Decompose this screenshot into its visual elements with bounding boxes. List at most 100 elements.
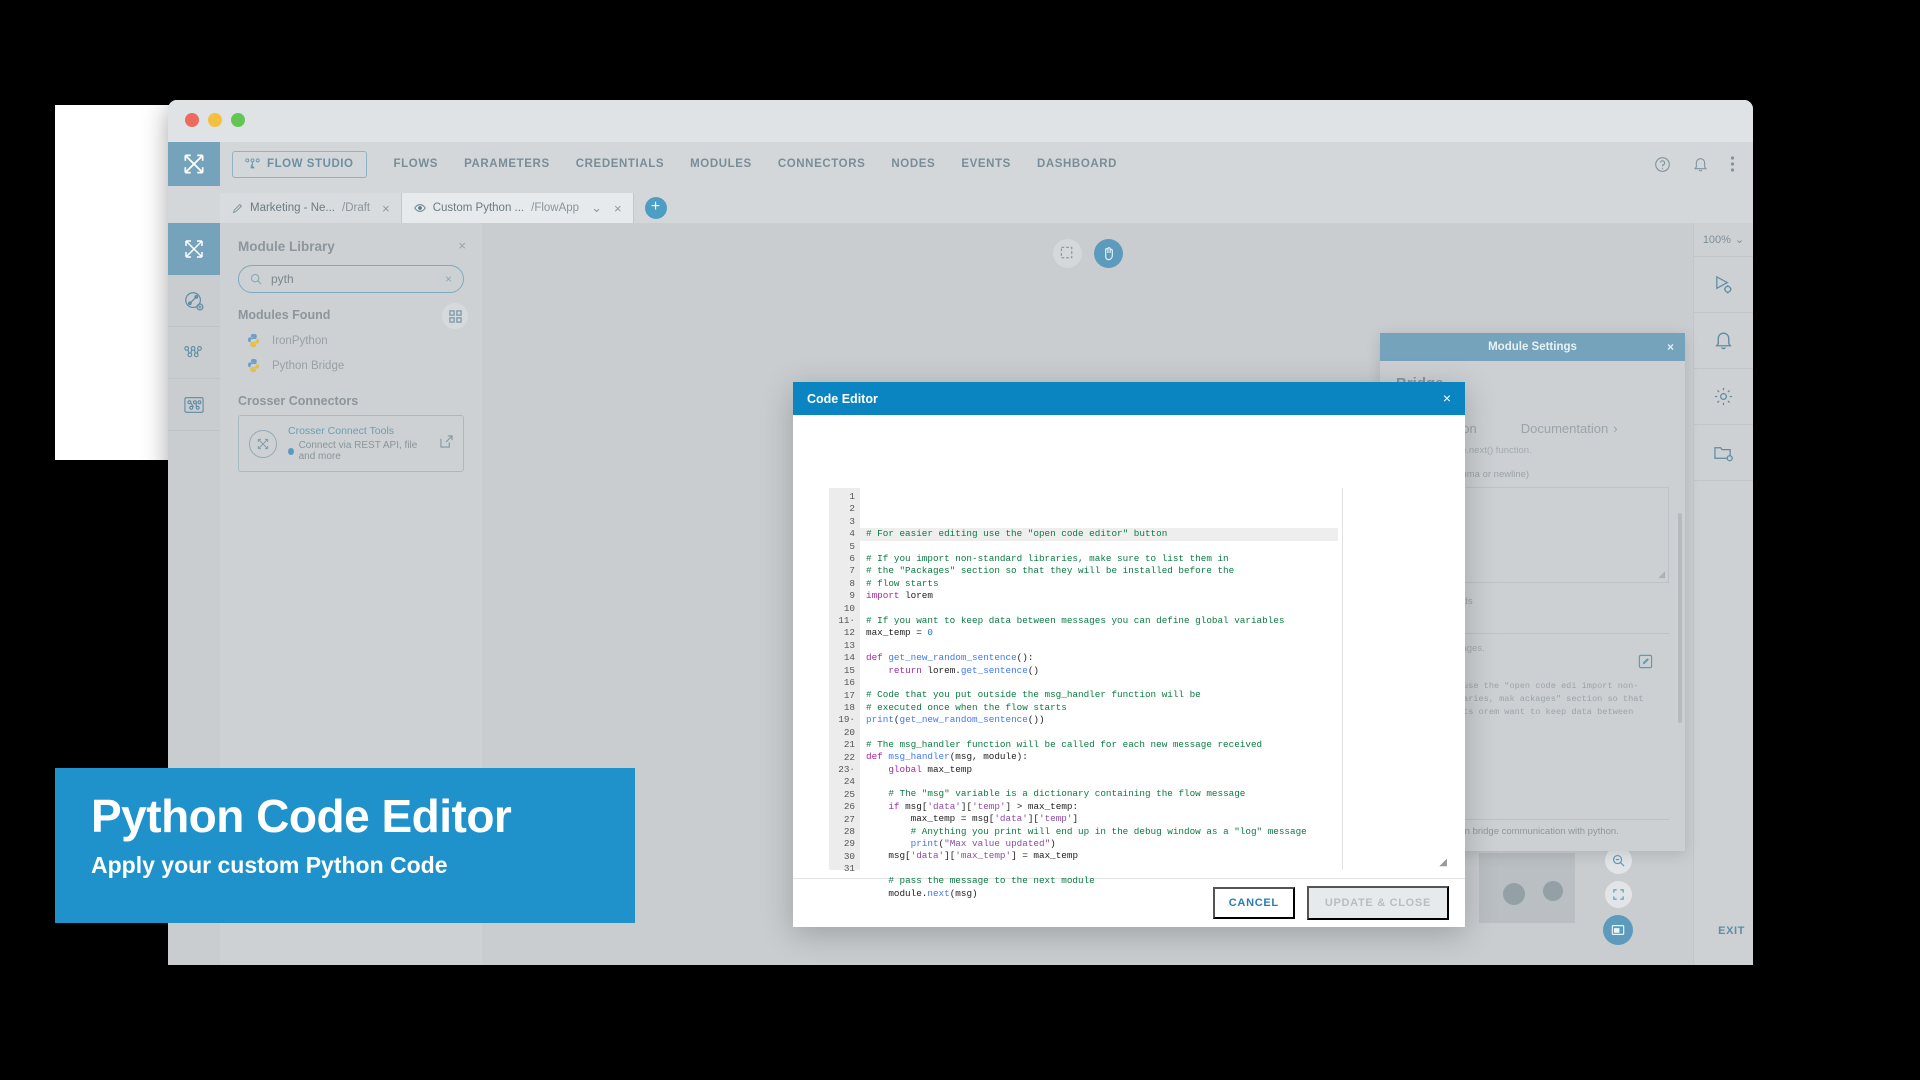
editor-wrap-guide <box>1342 488 1343 870</box>
tab-documentation[interactable]: Documentation › <box>1521 421 1618 436</box>
tab-documentation-label: Documentation <box>1520 421 1609 436</box>
module-item-ironpython[interactable]: IronPython <box>238 328 464 353</box>
rrail-item-settings[interactable] <box>1694 369 1753 425</box>
module-search-input[interactable]: pyth × <box>238 265 464 293</box>
bell-icon[interactable] <box>1693 156 1708 173</box>
module-search-value: pyth <box>271 272 294 286</box>
nav-link-connectors[interactable]: CONNECTORS <box>765 158 879 170</box>
code-editor-dialog: Code Editor × 1 2 3 4 5 6 7 8 9 10 11· 12 13 14 15 16 17… <box>793 382 1465 927</box>
external-link-icon[interactable] <box>440 434 453 453</box>
edit-code-icon[interactable] <box>1638 654 1653 674</box>
crosser-connect-title: Crosser Connect Tools <box>288 425 395 437</box>
app-logo[interactable] <box>168 142 220 186</box>
rail-item-logo[interactable] <box>168 223 220 275</box>
dashboard-icon <box>184 396 204 413</box>
code-editor-close-icon[interactable]: × <box>1443 390 1451 406</box>
chevron-right-icon: › <box>1613 421 1618 436</box>
bell-icon <box>1715 332 1732 350</box>
crosser-connect-tools-card[interactable]: Crosser Connect Tools Connect via REST A… <box>238 415 464 472</box>
rail-item-nodes[interactable] <box>168 327 220 379</box>
nav-links: FLOW STUDIO FLOWS PARAMETERS CREDENTIALS… <box>220 142 1130 186</box>
promo-banner: Python Code Editor Apply your custom Pyt… <box>55 768 635 923</box>
code-editor-title: Code Editor <box>807 391 878 406</box>
gear-icon <box>1714 387 1733 406</box>
window-close-button[interactable] <box>185 113 199 127</box>
crosser-connect-icon <box>249 429 277 458</box>
minimap-icon[interactable] <box>1603 915 1633 945</box>
nav-link-events[interactable]: EVENTS <box>948 158 1024 170</box>
canvas-tool-group <box>1052 239 1123 268</box>
module-item-ironpython-label: IronPython <box>272 334 328 347</box>
search-icon <box>250 273 262 285</box>
crosser-connect-desc-row: Connect via REST API, file and more <box>288 440 429 462</box>
editor-tab-strip: Marketing - Ne... /Draft × Custom Python… <box>168 186 1753 223</box>
nav-link-parameters[interactable]: PARAMETERS <box>451 158 563 170</box>
select-rectangle-tool[interactable] <box>1052 239 1082 268</box>
minimap-node <box>1503 883 1525 905</box>
editor-tab-custom-python-title: Custom Python ... <box>432 202 525 214</box>
python-icon <box>246 333 261 348</box>
nav-flow-studio-label: FLOW STUDIO <box>267 158 354 170</box>
canvas-minimap[interactable] <box>1479 853 1575 923</box>
editor-tab-custom-python-suffix: /FlowApp <box>531 202 580 214</box>
canvas-zoom-level: 100% <box>1702 233 1731 246</box>
promo-banner-subtitle: Apply your custom Python Code <box>91 852 448 879</box>
screenshot-root: FLOW STUDIO FLOWS PARAMETERS CREDENTIALS… <box>0 0 1920 1080</box>
code-editor-line-numbers: 1 2 3 4 5 6 7 8 9 10 11· 12 13 14 15 16 17 18 19· 20 21 22 23·… <box>829 488 860 874</box>
module-settings-scrollbar[interactable] <box>1678 513 1682 723</box>
rrail-item-debug[interactable] <box>1694 257 1753 313</box>
nav-flow-studio[interactable]: FLOW STUDIO <box>232 150 367 178</box>
nav-link-dashboard[interactable]: DASHBOARD <box>1024 158 1130 170</box>
pencil-icon <box>232 203 243 213</box>
module-item-python-bridge-label: Python Bridge <box>272 359 345 372</box>
minimap-node <box>1543 881 1563 901</box>
rail-item-add-flow[interactable] <box>168 275 220 327</box>
crosser-logo-icon <box>184 154 204 174</box>
fit-to-screen-icon[interactable] <box>1604 881 1632 908</box>
module-settings-header: Module Settings × <box>1380 333 1685 361</box>
right-tool-rail: 100% ⌄ <box>1693 223 1753 965</box>
editor-resize-handle-icon[interactable]: ◢ <box>1439 857 1447 868</box>
flow-studio-icon <box>245 157 260 168</box>
modules-found-label: Modules Found <box>238 308 331 322</box>
nav-link-credentials[interactable]: CREDENTIALS <box>563 158 677 170</box>
module-library-close-icon[interactable]: × <box>458 238 466 253</box>
module-search-clear-icon[interactable]: × <box>445 272 452 286</box>
module-item-python-bridge[interactable]: Python Bridge <box>238 353 464 378</box>
pan-tool[interactable] <box>1093 239 1123 268</box>
help-icon[interactable] <box>1654 156 1671 173</box>
resize-handle-icon[interactable]: ◢ <box>1658 569 1665 580</box>
debug-run-icon <box>1716 275 1732 294</box>
editor-tab-marketing-suffix: /Draft <box>342 202 371 214</box>
rrail-item-folder-settings[interactable] <box>1694 425 1753 481</box>
editor-tab-chevron-down-icon[interactable]: ⌄ <box>591 200 602 216</box>
editor-tab-marketing-close[interactable]: × <box>382 201 390 216</box>
exit-button[interactable]: EXIT <box>1718 925 1745 937</box>
rail-item-dashboard[interactable] <box>168 379 220 431</box>
add-tab-button[interactable]: + <box>644 197 667 219</box>
crosser-connectors-label: Crosser Connectors <box>238 394 359 408</box>
window-maximize-button[interactable] <box>231 113 245 127</box>
editor-tab-custom-python[interactable]: Custom Python ... /FlowApp ⌄ × <box>401 193 634 223</box>
canvas-zoom-level-selector[interactable]: 100% ⌄ <box>1694 223 1753 257</box>
nav-right-icons <box>1654 142 1735 186</box>
expand-logo-icon <box>185 240 203 258</box>
editor-tab-marketing[interactable]: Marketing - Ne... /Draft × <box>220 193 402 223</box>
module-settings-close-icon[interactable]: × <box>1667 340 1674 354</box>
zoom-out-icon[interactable] <box>1604 847 1632 874</box>
window-minimize-button[interactable] <box>208 113 222 127</box>
editor-tab-marketing-title: Marketing - Ne... <box>250 202 335 214</box>
code-editor-surface[interactable]: 1 2 3 4 5 6 7 8 9 10 11· 12 13 14 15 16 17 18 19· 20 21 22 23·… <box>829 488 1451 899</box>
add-flow-icon <box>185 291 204 310</box>
grid-view-icon[interactable] <box>442 303 468 329</box>
window-titlebar <box>168 100 1753 142</box>
nav-link-flows[interactable]: FLOWS <box>381 158 452 170</box>
nav-link-modules[interactable]: MODULES <box>677 158 765 170</box>
code-editor-text[interactable]: # For easier editing use the "open code … <box>860 488 1451 899</box>
rrail-item-alerts[interactable] <box>1694 313 1753 369</box>
kebab-menu-icon[interactable] <box>1730 155 1735 173</box>
module-settings-title: Module Settings <box>1488 341 1577 353</box>
nav-link-nodes[interactable]: NODES <box>878 158 948 170</box>
editor-tab-custom-python-close[interactable]: × <box>614 201 622 216</box>
code-editor-header: Code Editor × <box>793 382 1465 415</box>
